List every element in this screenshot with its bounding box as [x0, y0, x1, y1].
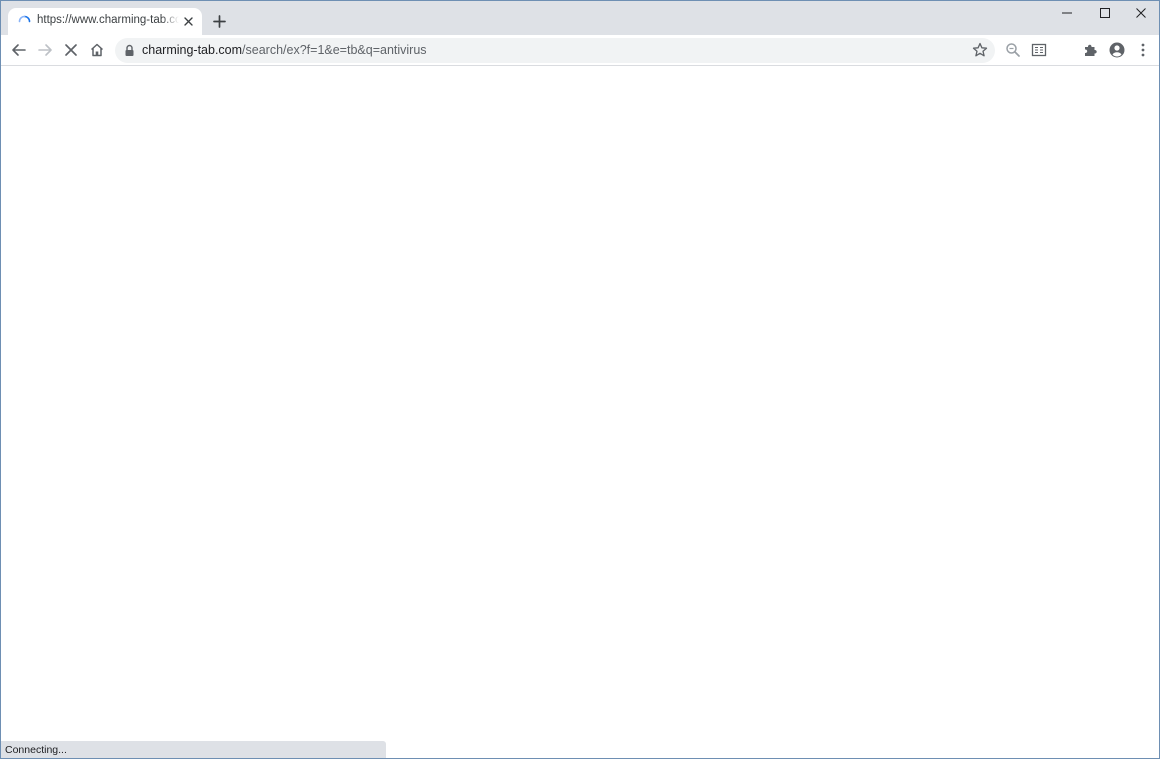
- active-tab[interactable]: https://www.charming-tab.com/search/ex?f…: [8, 8, 202, 35]
- stop-icon[interactable]: [62, 41, 80, 59]
- reader-mode-icon[interactable]: [1030, 41, 1048, 59]
- address-bar[interactable]: charming-tab.com/search/ex?f=1&e=tb&q=an…: [115, 38, 995, 63]
- tab-title: https://www.charming-tab.com/search/ex?f…: [37, 14, 179, 26]
- home-icon[interactable]: [88, 41, 106, 59]
- maximize-icon[interactable]: [1097, 5, 1113, 21]
- plus-icon[interactable]: [211, 13, 228, 30]
- account-icon[interactable]: [1108, 41, 1126, 59]
- arrow-left-icon[interactable]: [10, 41, 28, 59]
- loading-spinner-icon: [18, 15, 31, 28]
- lock-icon[interactable]: [124, 44, 135, 57]
- url-host: charming-tab.com: [142, 43, 243, 57]
- puzzle-icon[interactable]: [1082, 41, 1100, 59]
- url-path: /search/ex?f=1&e=tb&q=antivirus: [242, 43, 427, 57]
- close-icon[interactable]: [181, 14, 196, 29]
- tab-strip: https://www.charming-tab.com/search/ex?f…: [1, 1, 1159, 35]
- status-bubble: Connecting...: [1, 741, 386, 758]
- browser-window: https://www.charming-tab.com/search/ex?f…: [0, 0, 1160, 759]
- url-text[interactable]: charming-tab.com/search/ex?f=1&e=tb&q=an…: [142, 43, 427, 57]
- kebab-menu-icon[interactable]: [1134, 41, 1152, 59]
- star-icon[interactable]: [971, 41, 989, 59]
- page-content: [1, 66, 1159, 758]
- close-window-icon[interactable]: [1133, 5, 1149, 21]
- magnifier-icon[interactable]: [1004, 41, 1022, 59]
- minimize-icon[interactable]: [1059, 5, 1075, 21]
- arrow-right-icon[interactable]: [36, 41, 54, 59]
- navigation-toolbar: charming-tab.com/search/ex?f=1&e=tb&q=an…: [1, 35, 1159, 66]
